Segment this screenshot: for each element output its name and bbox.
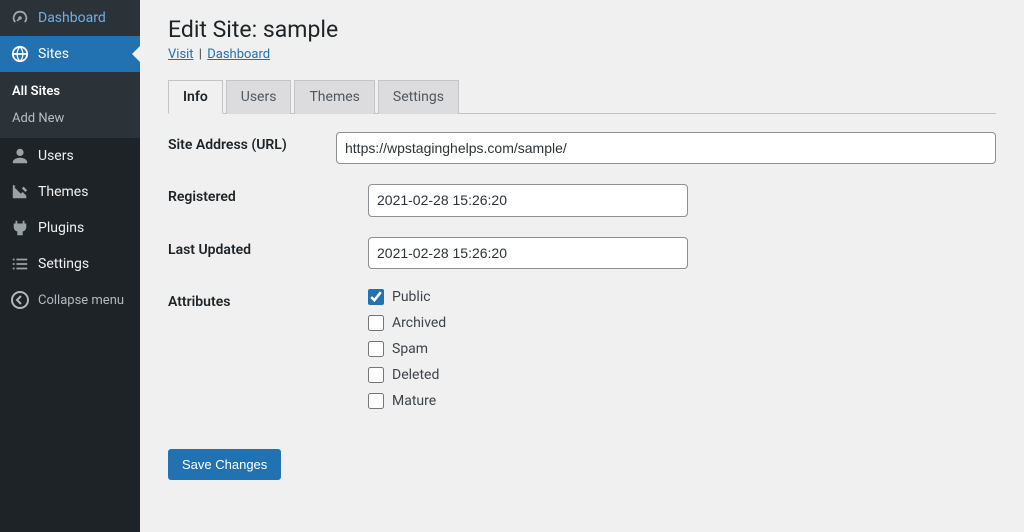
collapse-label: Collapse menu xyxy=(38,293,124,308)
plugins-icon xyxy=(10,218,30,238)
label-deleted[interactable]: Deleted xyxy=(392,367,439,383)
row-registered: Registered xyxy=(168,184,996,216)
main-content: Edit Site: sample Visit | Dashboard Info… xyxy=(140,0,1024,532)
label-archived[interactable]: Archived xyxy=(392,315,446,331)
sidebar-item-label: Plugins xyxy=(38,220,84,236)
collapse-menu[interactable]: Collapse menu xyxy=(0,282,140,318)
dashboard-link[interactable]: Dashboard xyxy=(207,47,270,62)
checkbox-archived[interactable] xyxy=(368,315,384,331)
sidebar-item-label: Users xyxy=(38,148,74,164)
tab-settings[interactable]: Settings xyxy=(378,80,459,114)
sites-icon xyxy=(10,44,30,64)
sidebar-item-label: Sites xyxy=(38,46,69,62)
users-icon xyxy=(10,146,30,166)
sidebar-item-sites[interactable]: Sites xyxy=(0,36,140,72)
sidebar-item-settings[interactable]: Settings xyxy=(0,246,140,282)
checkbox-public[interactable] xyxy=(368,289,384,305)
site-address-label: Site Address (URL) xyxy=(168,132,336,153)
tab-info[interactable]: Info xyxy=(168,80,223,114)
sidebar-item-label: Dashboard xyxy=(38,10,106,26)
tab-users[interactable]: Users xyxy=(226,80,292,114)
visit-link[interactable]: Visit xyxy=(168,47,194,62)
dashboard-icon xyxy=(10,8,30,28)
collapse-icon xyxy=(10,290,30,310)
page-title: Edit Site: sample xyxy=(168,16,996,43)
sidebar-subitem-all-sites[interactable]: All Sites xyxy=(0,78,140,105)
settings-icon xyxy=(10,254,30,274)
site-address-input[interactable] xyxy=(336,132,996,164)
sidebar-item-users[interactable]: Users xyxy=(0,138,140,174)
save-changes-button[interactable]: Save Changes xyxy=(168,449,281,480)
sidebar-item-themes[interactable]: Themes xyxy=(0,174,140,210)
checkbox-mature[interactable] xyxy=(368,393,384,409)
label-spam[interactable]: Spam xyxy=(392,341,428,357)
row-site-address: Site Address (URL) xyxy=(168,132,996,164)
header-links: Visit | Dashboard xyxy=(168,47,996,62)
sidebar-item-label: Themes xyxy=(38,184,88,200)
registered-input[interactable] xyxy=(368,184,688,216)
tab-themes[interactable]: Themes xyxy=(294,80,374,114)
registered-label: Registered xyxy=(168,184,368,205)
admin-sidebar: Dashboard Sites All Sites Add New Users … xyxy=(0,0,140,532)
checkbox-deleted[interactable] xyxy=(368,367,384,383)
label-public[interactable]: Public xyxy=(392,289,431,305)
sidebar-item-dashboard[interactable]: Dashboard xyxy=(0,0,140,36)
sidebar-item-plugins[interactable]: Plugins xyxy=(0,210,140,246)
last-updated-input[interactable] xyxy=(368,237,688,269)
last-updated-label: Last Updated xyxy=(168,237,368,258)
row-attributes: Attributes Public Archived Spam Deleted xyxy=(168,289,996,409)
attributes-label: Attributes xyxy=(168,289,368,310)
sidebar-submenu-sites: All Sites Add New xyxy=(0,72,140,138)
sidebar-subitem-add-new[interactable]: Add New xyxy=(0,105,140,132)
separator: | xyxy=(199,47,202,62)
sidebar-item-label: Settings xyxy=(38,256,89,272)
row-last-updated: Last Updated xyxy=(168,237,996,269)
tab-nav: Info Users Themes Settings xyxy=(168,80,996,114)
attributes-list: Public Archived Spam Deleted Mature xyxy=(368,289,996,409)
checkbox-spam[interactable] xyxy=(368,341,384,357)
label-mature[interactable]: Mature xyxy=(392,393,436,409)
themes-icon xyxy=(10,182,30,202)
